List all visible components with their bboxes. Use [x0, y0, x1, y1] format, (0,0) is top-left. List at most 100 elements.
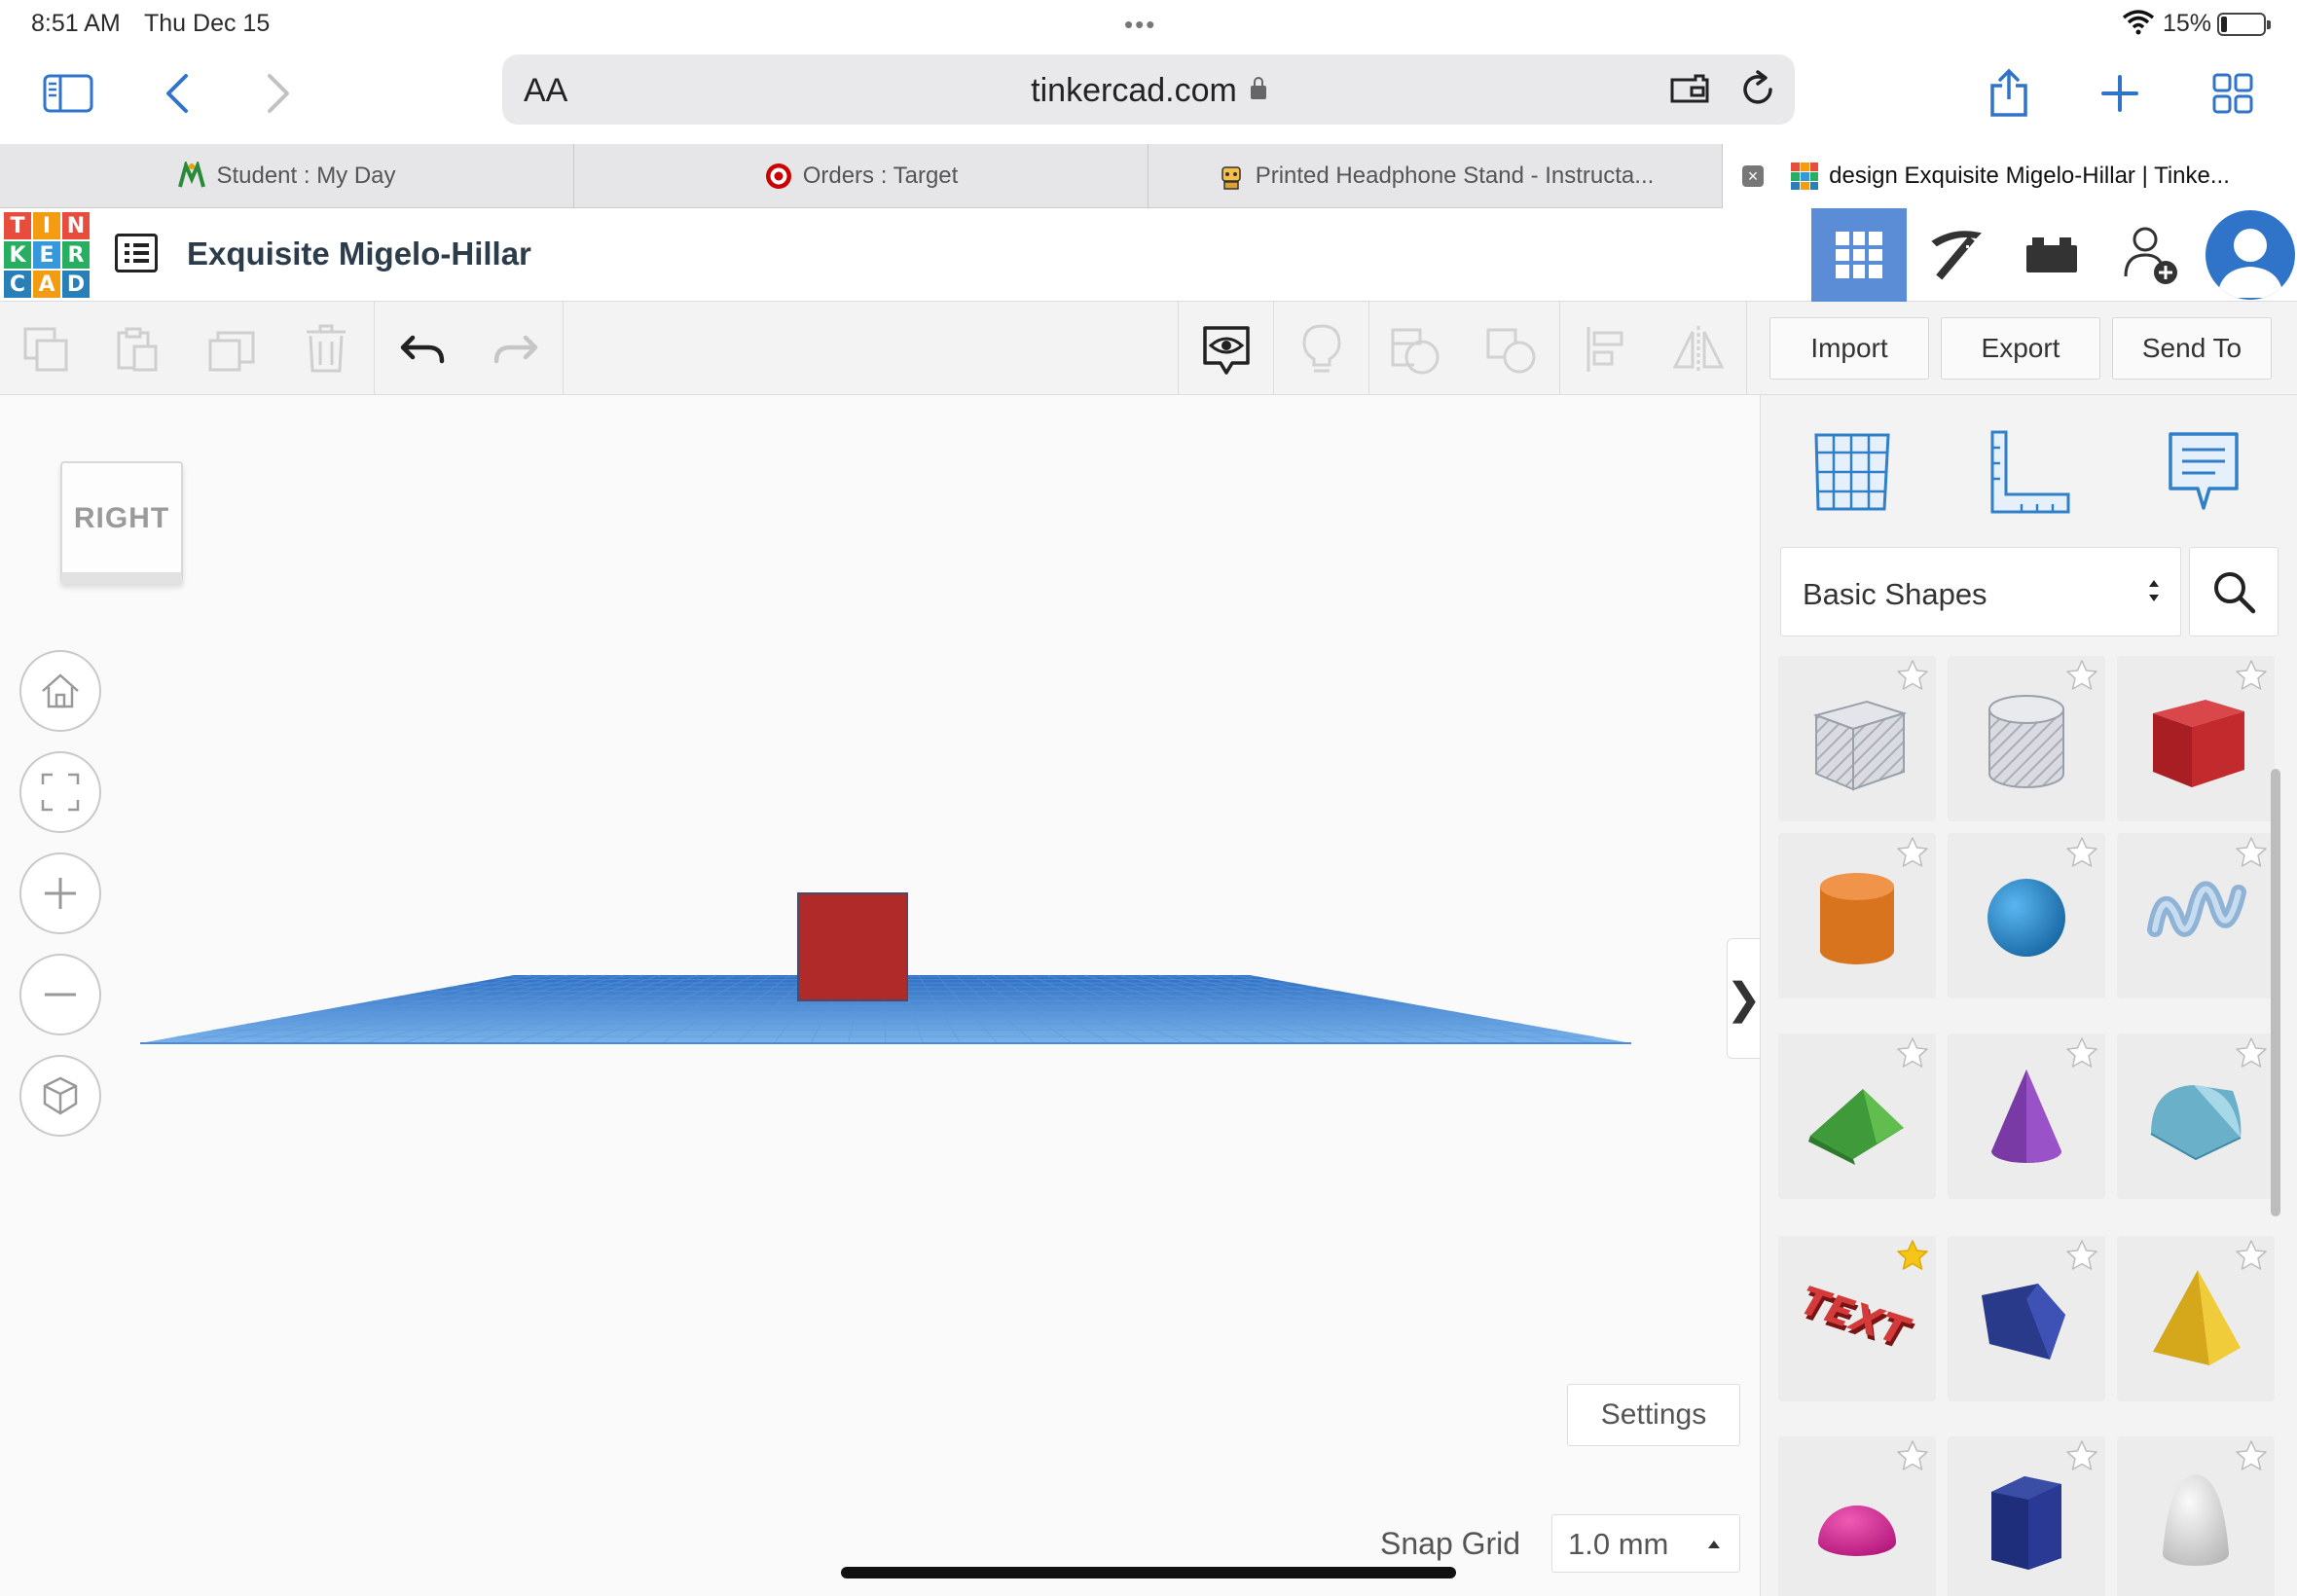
multitasking-dots[interactable]: ••• — [1124, 10, 1156, 40]
sidebar-toggle-icon[interactable] — [39, 64, 97, 123]
wedge-shape-icon — [1982, 1284, 2065, 1360]
import-button[interactable]: Import — [1769, 317, 1929, 380]
ungroup-icon[interactable] — [1477, 315, 1546, 383]
shape-tile-round-roof[interactable] — [2117, 1034, 2275, 1199]
workplane-viewport[interactable]: RIGHT ❯ Settings Snap Grid 1.0 mm — [0, 395, 1762, 1596]
snap-grid-value: 1.0 mm — [1568, 1527, 1669, 1561]
paste-icon[interactable] — [103, 315, 171, 383]
browser-tab-active[interactable]: × design Exquisite Migelo-Hillar | Tinke… — [1723, 144, 2297, 208]
settings-button[interactable]: Settings — [1567, 1384, 1740, 1446]
tab-overview-icon[interactable] — [2204, 64, 2262, 123]
favorite-star-icon[interactable] — [2234, 1035, 2269, 1070]
notes-icon[interactable] — [2150, 418, 2257, 526]
shape-tile-half-sphere[interactable] — [1778, 1436, 1936, 1596]
undo-icon[interactable] — [389, 315, 457, 383]
reload-icon[interactable] — [1738, 70, 1777, 109]
lightbulb-icon[interactable] — [1288, 315, 1356, 383]
shape-tile-cylinder[interactable] — [1778, 833, 1936, 998]
shape-tile-paraboloid[interactable] — [2117, 1436, 2275, 1596]
workplane-grid-icon[interactable] — [1798, 418, 1905, 526]
caret-up-icon — [1708, 1541, 1720, 1548]
add-user-icon[interactable] — [2103, 208, 2199, 302]
view-cube[interactable]: RIGHT — [60, 461, 183, 584]
favorite-star-icon[interactable] — [1895, 1438, 1930, 1473]
browser-tab[interactable]: Orders : Target — [574, 144, 1148, 208]
snap-grid-select[interactable]: 1.0 mm — [1551, 1514, 1740, 1573]
shape-tile-polygon[interactable] — [1948, 1436, 2105, 1596]
zoom-in-icon[interactable] — [19, 852, 101, 934]
favorite-star-icon[interactable] — [2234, 1238, 2269, 1273]
back-icon[interactable] — [148, 64, 206, 123]
shape-tile-cone[interactable] — [1948, 1034, 2105, 1199]
logo-letter: E — [33, 241, 60, 269]
shape-search-icon[interactable] — [2189, 547, 2279, 636]
shape-tile-sphere[interactable] — [1948, 833, 2105, 998]
design-title[interactable]: Exquisite Migelo-Hillar — [187, 236, 531, 272]
favorite-star-icon[interactable] — [2234, 658, 2269, 693]
home-indicator[interactable] — [841, 1567, 1456, 1578]
zoom-out-icon[interactable] — [19, 954, 101, 1035]
shape-tile-pyramid[interactable] — [2117, 1236, 2275, 1401]
status-time: 8:51 AM — [31, 10, 121, 37]
browser-tab-title: design Exquisite Migelo-Hillar | Tinke..… — [1829, 163, 2230, 189]
favorite-star-icon[interactable] — [1895, 835, 1930, 870]
logo-letter: T — [4, 212, 31, 239]
favorite-star-icon[interactable] — [2064, 1035, 2099, 1070]
favorite-star-icon[interactable] — [1895, 1035, 1930, 1070]
close-tab-icon[interactable]: × — [1742, 165, 1764, 187]
browser-tab[interactable]: Student : My Day — [0, 144, 574, 208]
user-avatar[interactable] — [2206, 210, 2295, 300]
shape-tile-scribble[interactable] — [2117, 833, 2275, 998]
show-all-eye-icon[interactable] — [1192, 315, 1260, 383]
shape-tile-roof[interactable] — [1778, 1034, 1936, 1199]
favorite-star-icon[interactable] — [2064, 658, 2099, 693]
pickaxe-icon[interactable] — [1909, 208, 2004, 302]
shape-tile-cylinder-hole[interactable] — [1948, 656, 2105, 821]
shape-category-select[interactable]: Basic Shapes — [1780, 547, 2181, 636]
align-icon[interactable] — [1573, 315, 1641, 383]
brick-icon[interactable] — [2004, 208, 2099, 302]
shapes-panel: Basic Shapes TEXT TEXT — [1760, 395, 2297, 1596]
forward-icon[interactable] — [249, 64, 308, 123]
delete-icon[interactable] — [292, 315, 360, 383]
favorite-star-icon[interactable] — [2234, 835, 2269, 870]
shape-tile-text[interactable]: TEXT TEXT — [1778, 1236, 1936, 1401]
browser-tab-title: Orders : Target — [802, 163, 959, 189]
fit-view-icon[interactable] — [19, 751, 101, 833]
redo-icon[interactable] — [481, 315, 549, 383]
extension-icon[interactable] — [1668, 72, 1711, 109]
status-date: Thu Dec 15 — [144, 10, 271, 37]
shape-tile-wedge[interactable] — [1948, 1236, 2105, 1401]
home-view-icon[interactable] — [19, 650, 101, 732]
group-icon[interactable] — [1382, 315, 1450, 383]
duplicate-icon[interactable] — [199, 315, 267, 383]
share-icon[interactable] — [1980, 64, 2038, 123]
select-arrows-icon — [2149, 580, 2159, 601]
browser-tab[interactable]: Printed Headphone Stand - Instructa... — [1148, 144, 1723, 208]
copy-icon[interactable] — [12, 315, 80, 383]
logo-letter: C — [4, 271, 31, 298]
3d-design-view-icon[interactable] — [1811, 208, 1907, 302]
mirror-icon[interactable] — [1664, 315, 1732, 383]
logo-letter: N — [62, 212, 90, 239]
workplane-scene[interactable] — [0, 395, 1760, 1596]
send-to-button[interactable]: Send To — [2112, 317, 2272, 380]
box-hole-shape-icon — [1812, 700, 1908, 791]
export-button[interactable]: Export — [1941, 317, 2100, 380]
tinkercad-logo[interactable]: TIN KER CAD — [4, 212, 90, 298]
design-list-icon[interactable] — [115, 234, 158, 272]
favorite-star-icon[interactable] — [2234, 1438, 2269, 1473]
shape-tile-box[interactable] — [2117, 656, 2275, 821]
new-tab-icon[interactable] — [2091, 64, 2149, 123]
shape-tile-box-hole[interactable] — [1778, 656, 1936, 821]
favorite-star-icon[interactable] — [2064, 835, 2099, 870]
favorite-star-icon[interactable] — [2064, 1238, 2099, 1273]
collapse-panel-icon[interactable]: ❯ — [1726, 938, 1762, 1059]
ruler-icon[interactable] — [1975, 418, 2082, 526]
favorite-star-icon[interactable] — [1895, 658, 1930, 693]
favorite-star-icon[interactable] — [1895, 1238, 1930, 1273]
shapes-scrollbar[interactable] — [2271, 769, 2280, 1216]
address-bar[interactable]: AA tinkercad.com — [502, 54, 1795, 125]
favorite-star-icon[interactable] — [2064, 1438, 2099, 1473]
perspective-toggle-icon[interactable] — [19, 1055, 101, 1137]
